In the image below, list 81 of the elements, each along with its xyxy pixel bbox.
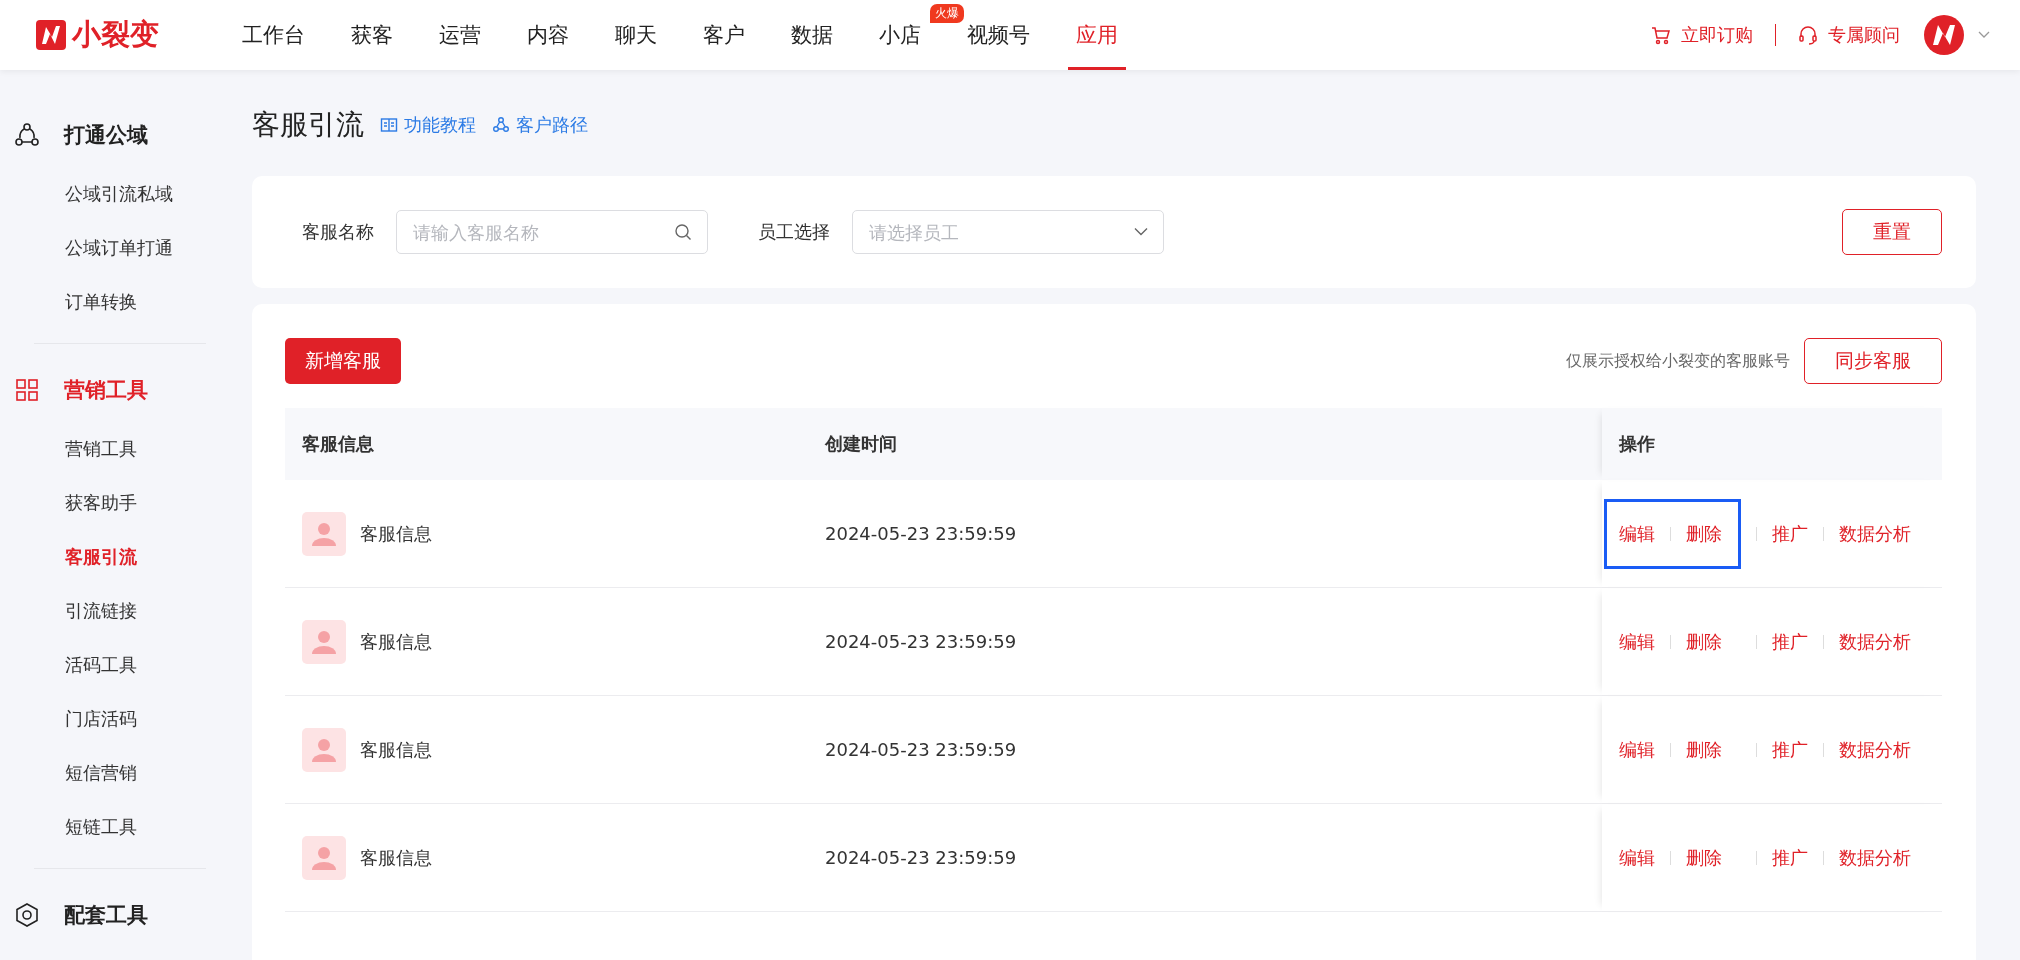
header-link[interactable]: 专属顾问	[1798, 23, 1900, 47]
sidebar-item[interactable]: 短链工具	[0, 800, 240, 854]
page-title: 客服引流	[252, 107, 364, 143]
logo-text: 小裂变	[72, 16, 159, 53]
action-link[interactable]: 编辑	[1619, 845, 1655, 870]
sidebar-item[interactable]: 获客助手	[0, 476, 240, 530]
nav-tab[interactable]: 聊天	[607, 0, 665, 70]
sidebar-item[interactable]: 公域引流私域	[0, 167, 240, 221]
action-link[interactable]: 删除	[1686, 845, 1722, 870]
search-field[interactable]: 请输入客服名称	[396, 210, 708, 254]
header-link[interactable]: 立即订购	[1651, 23, 1753, 47]
action-link[interactable]: 推广	[1772, 737, 1808, 762]
table-cell: 2024-05-23 23:59:59	[825, 523, 1017, 544]
hot-badge: 火爆	[930, 4, 964, 23]
nav-tab[interactable]: 应用	[1068, 0, 1126, 70]
table-cell: 客服信息	[360, 737, 432, 762]
hexagon-icon	[14, 902, 40, 928]
action-link[interactable]: 删除	[1686, 737, 1722, 762]
help-link[interactable]: 客户路径	[492, 113, 588, 137]
action-link[interactable]: 删除	[1686, 629, 1722, 654]
action-link[interactable]: 编辑	[1619, 737, 1655, 762]
filter-label: 客服名称	[302, 220, 374, 244]
avatar-icon	[302, 619, 346, 664]
headset-icon	[1798, 25, 1818, 45]
grid-icon	[14, 377, 40, 403]
nav-tab[interactable]: 工作台	[234, 0, 313, 70]
logo-icon	[36, 20, 66, 50]
select-field[interactable]: 请选择员工	[852, 210, 1164, 254]
action-link[interactable]: 编辑	[1619, 629, 1655, 654]
sidebar-item[interactable]: 短信营销	[0, 746, 240, 800]
action-link[interactable]: 编辑	[1619, 521, 1655, 546]
action-link[interactable]: 推广	[1772, 629, 1808, 654]
column-header: 创建时间	[824, 432, 898, 456]
avatar-icon	[302, 727, 346, 772]
sidebar-item[interactable]: 订单转换	[0, 275, 240, 329]
nav-tab[interactable]: 获客	[343, 0, 401, 70]
table-cell: 2024-05-23 23:59:59	[825, 739, 1017, 760]
table-cell: 2024-05-23 23:59:59	[825, 631, 1017, 652]
nav-tab[interactable]: 数据	[783, 0, 841, 70]
sidebar-group[interactable]: 配套工具	[0, 883, 240, 947]
nav-tab[interactable]: 客户	[695, 0, 753, 70]
book-icon	[380, 116, 398, 134]
column-header: 操作	[1602, 408, 1942, 480]
sidebar-item[interactable]: 活码工具	[0, 638, 240, 692]
table-cell: 客服信息	[360, 845, 432, 870]
cart-icon	[1651, 25, 1671, 45]
sidebar-item[interactable]: 门店活码	[0, 692, 240, 746]
nodes-icon	[14, 122, 40, 148]
table-cell: 2024-05-23 23:59:59	[825, 847, 1017, 868]
sidebar-item[interactable]: 公域订单打通	[0, 221, 240, 275]
sidebar-item[interactable]: 引流链接	[0, 584, 240, 638]
nav-tab[interactable]: 运营	[431, 0, 489, 70]
action-link[interactable]: 删除	[1686, 521, 1722, 546]
sidebar-item[interactable]: 营销工具	[0, 422, 240, 476]
action-link[interactable]: 推广	[1772, 521, 1808, 546]
sidebar-item[interactable]: 客服引流	[0, 530, 240, 584]
reset-button[interactable]: 重置	[1842, 209, 1942, 255]
nav-tab[interactable]: 小店	[871, 0, 929, 70]
action-link[interactable]: 数据分析	[1839, 629, 1911, 654]
add-button[interactable]: 新增客服	[285, 338, 401, 384]
chevron-down-icon[interactable]	[1978, 31, 1990, 39]
action-link[interactable]: 数据分析	[1839, 737, 1911, 762]
search-icon	[674, 223, 692, 241]
filter-label: 员工选择	[758, 220, 830, 244]
table-cell: 客服信息	[360, 521, 432, 546]
column-header: 客服信息	[301, 432, 375, 456]
nav-tab[interactable]: 内容	[519, 0, 577, 70]
avatar-icon	[302, 511, 346, 556]
chevron-down-icon	[1134, 227, 1148, 237]
sync-button[interactable]: 同步客服	[1804, 338, 1942, 384]
help-link[interactable]: 功能教程	[380, 113, 476, 137]
sidebar-group[interactable]: 营销工具	[0, 358, 240, 422]
sidebar-group[interactable]: 打通公域	[0, 103, 240, 167]
note-text: 仅展示授权给小裂变的客服账号	[1566, 350, 1790, 372]
avatar-icon[interactable]	[1924, 15, 1964, 55]
action-link[interactable]: 推广	[1772, 845, 1808, 870]
action-link[interactable]: 数据分析	[1839, 521, 1911, 546]
table-cell: 客服信息	[360, 629, 432, 654]
nodes-icon	[492, 116, 510, 134]
action-link[interactable]: 数据分析	[1839, 845, 1911, 870]
avatar-icon	[302, 835, 346, 880]
